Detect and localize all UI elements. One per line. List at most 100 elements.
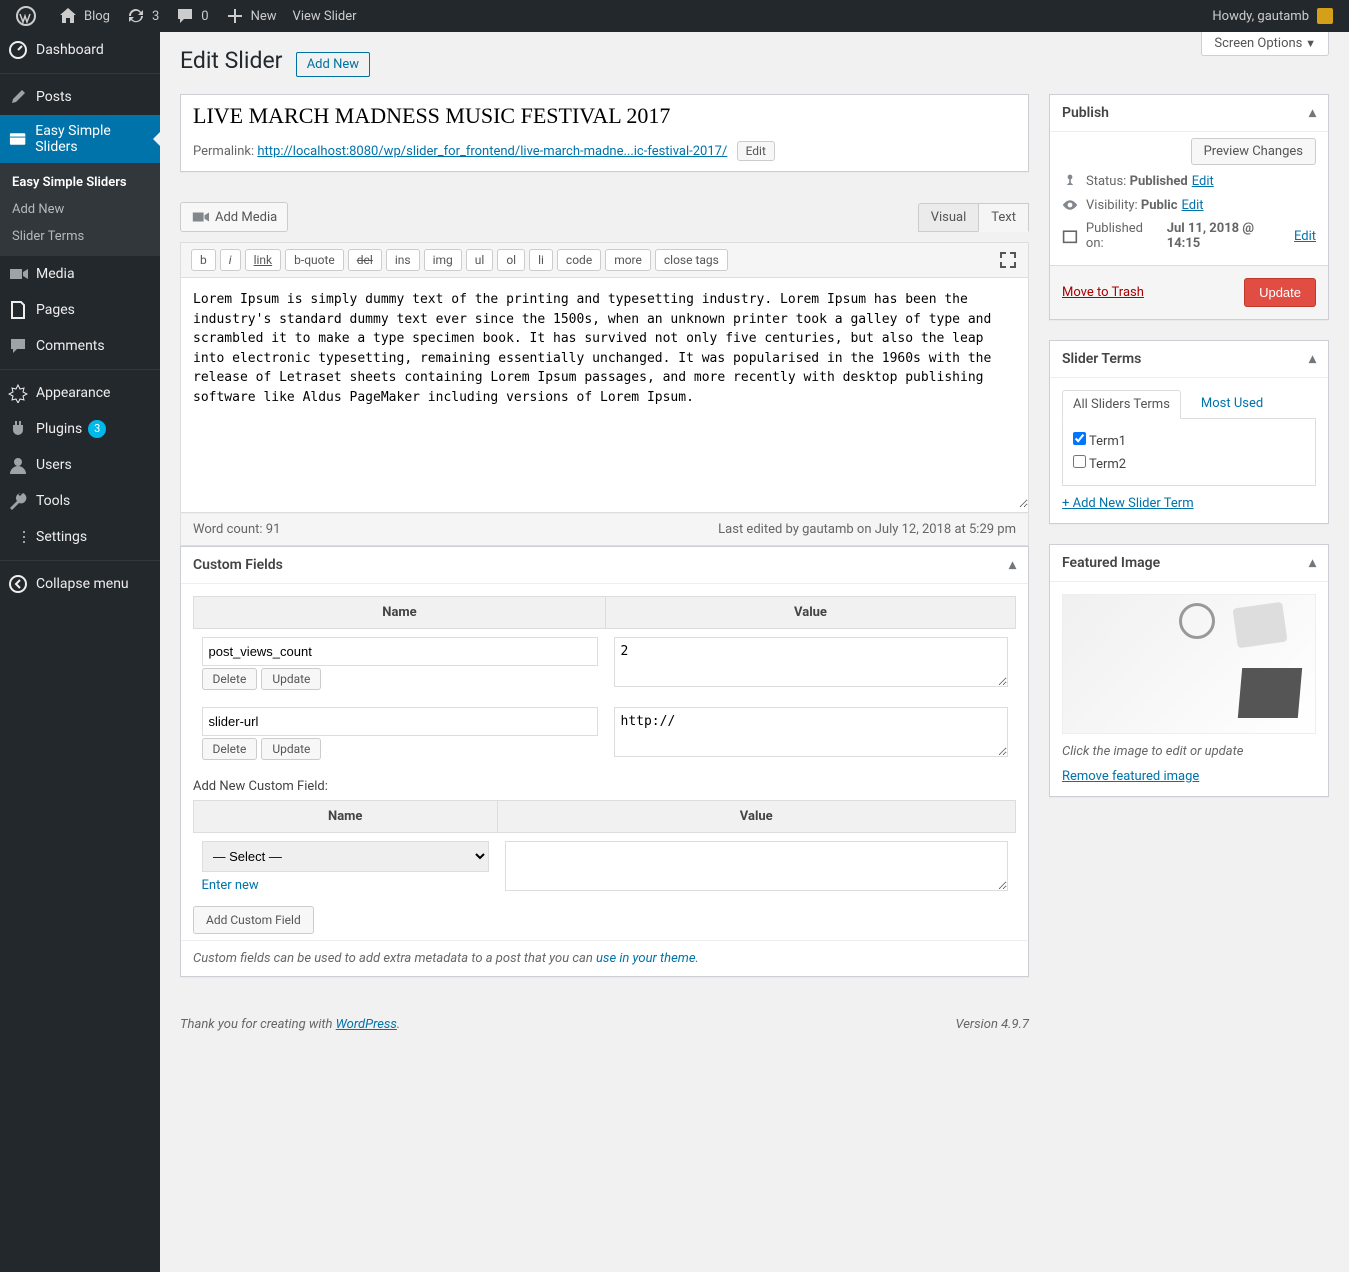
add-custom-field-button[interactable]: Add Custom Field [193, 906, 314, 934]
custom-fields-box: Custom Fields▴ NameValue DeleteUpdate 2 … [180, 546, 1029, 977]
edit-date-link[interactable]: Edit [1294, 229, 1316, 244]
toggle-icon[interactable]: ▴ [1309, 351, 1316, 367]
menu-posts[interactable]: Posts [0, 79, 160, 115]
new-content-link[interactable]: New [217, 0, 285, 32]
cf-theme-link[interactable]: use in your theme [596, 951, 696, 966]
eye-icon [1062, 197, 1078, 213]
qt-li[interactable]: li [529, 249, 553, 271]
permalink-row: Permalink: http://localhost:8080/wp/slid… [181, 137, 1028, 171]
permalink-link[interactable]: http://localhost:8080/wp/slider_for_fron… [257, 144, 727, 159]
quicktags-toolbar: b i link b-quote del ins img ul ol li co… [180, 242, 1029, 278]
last-edited: Last edited by gautamb on July 12, 2018 … [718, 522, 1016, 537]
submenu-sliders: Easy Simple Sliders Add New Slider Terms [0, 163, 160, 256]
term-item: Term2 [1073, 452, 1305, 475]
submenu-add-new[interactable]: Add New [0, 196, 160, 223]
qt-more[interactable]: more [605, 249, 651, 271]
avatar-icon [1317, 8, 1333, 24]
menu-users[interactable]: Users [0, 447, 160, 483]
qt-img[interactable]: img [424, 249, 462, 271]
remove-featured-link[interactable]: Remove featured image [1062, 769, 1199, 784]
post-title-input[interactable] [181, 95, 1028, 137]
tab-most-used[interactable]: Most Used [1191, 390, 1273, 418]
qt-del[interactable]: del [348, 249, 382, 271]
cf-update-button[interactable]: Update [261, 738, 321, 760]
word-count: Word count: 91 [193, 522, 280, 537]
page-title: Edit Slider [180, 32, 282, 84]
qt-ins[interactable]: ins [386, 249, 420, 271]
edit-permalink-button[interactable]: Edit [737, 141, 775, 161]
menu-plugins[interactable]: Plugins3 [0, 411, 160, 447]
account-link[interactable]: Howdy, gautamb [1204, 0, 1341, 32]
menu-collapse[interactable]: Collapse menu [0, 566, 160, 602]
add-media-button[interactable]: Add Media [180, 202, 288, 232]
version-text: Version 4.9.7 [955, 1017, 1029, 1032]
comments-link[interactable]: 0 [167, 0, 216, 32]
menu-appearance[interactable]: Appearance [0, 375, 160, 411]
slider-terms-box: Slider Terms▴ All Sliders Terms Most Use… [1049, 340, 1329, 524]
fullscreen-icon[interactable] [998, 250, 1018, 270]
term-item: Term1 [1073, 429, 1305, 452]
custom-field-row: DeleteUpdate 2 [194, 629, 1016, 700]
qt-link[interactable]: link [245, 249, 282, 271]
add-new-button[interactable]: Add New [296, 52, 370, 77]
qt-b[interactable]: b [191, 249, 216, 271]
qt-ol[interactable]: ol [497, 249, 525, 271]
term-checkbox[interactable] [1073, 455, 1086, 468]
add-cf-heading: Add New Custom Field: [193, 779, 1016, 794]
pin-icon [1062, 173, 1078, 189]
cf-value-input[interactable]: 2 [614, 637, 1008, 687]
featured-caption: Click the image to edit or update [1062, 744, 1316, 759]
qt-code[interactable]: code [557, 249, 601, 271]
enter-new-link[interactable]: Enter new [202, 878, 259, 893]
screen-options-button[interactable]: Screen Options [1201, 32, 1329, 56]
featured-image-box: Featured Image▴ Click the image to edit … [1049, 544, 1329, 797]
wordpress-link[interactable]: WordPress [336, 1017, 397, 1032]
wp-logo[interactable] [8, 0, 50, 32]
content-textarea[interactable]: Lorem Ipsum is simply dummy text of the … [181, 278, 1028, 508]
cf-new-value-input[interactable] [505, 841, 1008, 891]
update-button[interactable]: Update [1244, 278, 1316, 307]
add-new-term-link[interactable]: + Add New Slider Term [1062, 496, 1194, 511]
tab-text[interactable]: Text [978, 203, 1029, 232]
preview-changes-button[interactable]: Preview Changes [1191, 138, 1316, 165]
menu-comments[interactable]: Comments [0, 328, 160, 364]
cf-note: Custom fields can be used to add extra m… [181, 940, 1028, 976]
menu-easy-simple-sliders[interactable]: Easy Simple Sliders [0, 115, 160, 163]
qt-bquote[interactable]: b-quote [285, 249, 344, 271]
menu-pages[interactable]: Pages [0, 292, 160, 328]
cf-value-input[interactable]: http:// [614, 707, 1008, 757]
menu-media[interactable]: Media [0, 256, 160, 292]
tab-visual[interactable]: Visual [918, 203, 979, 232]
qt-ul[interactable]: ul [466, 249, 494, 271]
submenu-all-sliders[interactable]: Easy Simple Sliders [0, 169, 160, 196]
cf-update-button[interactable]: Update [261, 668, 321, 690]
qt-close[interactable]: close tags [655, 249, 728, 271]
toggle-icon[interactable]: ▴ [1009, 557, 1016, 573]
publish-box: Publish▴ Preview Changes Status: Publish… [1049, 94, 1329, 320]
calendar-icon [1062, 228, 1078, 244]
cf-delete-button[interactable]: Delete [202, 738, 258, 760]
term-checkbox[interactable] [1073, 432, 1086, 445]
edit-visibility-link[interactable]: Edit [1182, 198, 1204, 213]
cf-name-select[interactable]: — Select — [202, 841, 490, 872]
view-slider-link[interactable]: View Slider [285, 0, 365, 32]
featured-image[interactable] [1062, 594, 1316, 734]
qt-i[interactable]: i [220, 249, 241, 271]
cf-name-input[interactable] [202, 707, 598, 736]
submenu-slider-terms[interactable]: Slider Terms [0, 223, 160, 250]
site-link[interactable]: Blog [50, 0, 118, 32]
move-to-trash-link[interactable]: Move to Trash [1062, 285, 1144, 300]
tab-all-terms[interactable]: All Sliders Terms [1062, 390, 1181, 419]
menu-dashboard[interactable]: Dashboard [0, 32, 160, 68]
menu-settings[interactable]: Settings [0, 519, 160, 555]
toggle-icon[interactable]: ▴ [1309, 105, 1316, 121]
admin-sidebar: Dashboard Posts Easy Simple Sliders Easy… [0, 32, 160, 1272]
cf-name-input[interactable] [202, 637, 598, 666]
edit-status-link[interactable]: Edit [1192, 174, 1214, 189]
updates-link[interactable]: 3 [118, 0, 167, 32]
menu-tools[interactable]: Tools [0, 483, 160, 519]
admin-toolbar: Blog 3 0 New View Slider Howdy, gautamb [0, 0, 1349, 32]
plugins-badge: 3 [88, 420, 106, 438]
toggle-icon[interactable]: ▴ [1309, 555, 1316, 571]
cf-delete-button[interactable]: Delete [202, 668, 258, 690]
